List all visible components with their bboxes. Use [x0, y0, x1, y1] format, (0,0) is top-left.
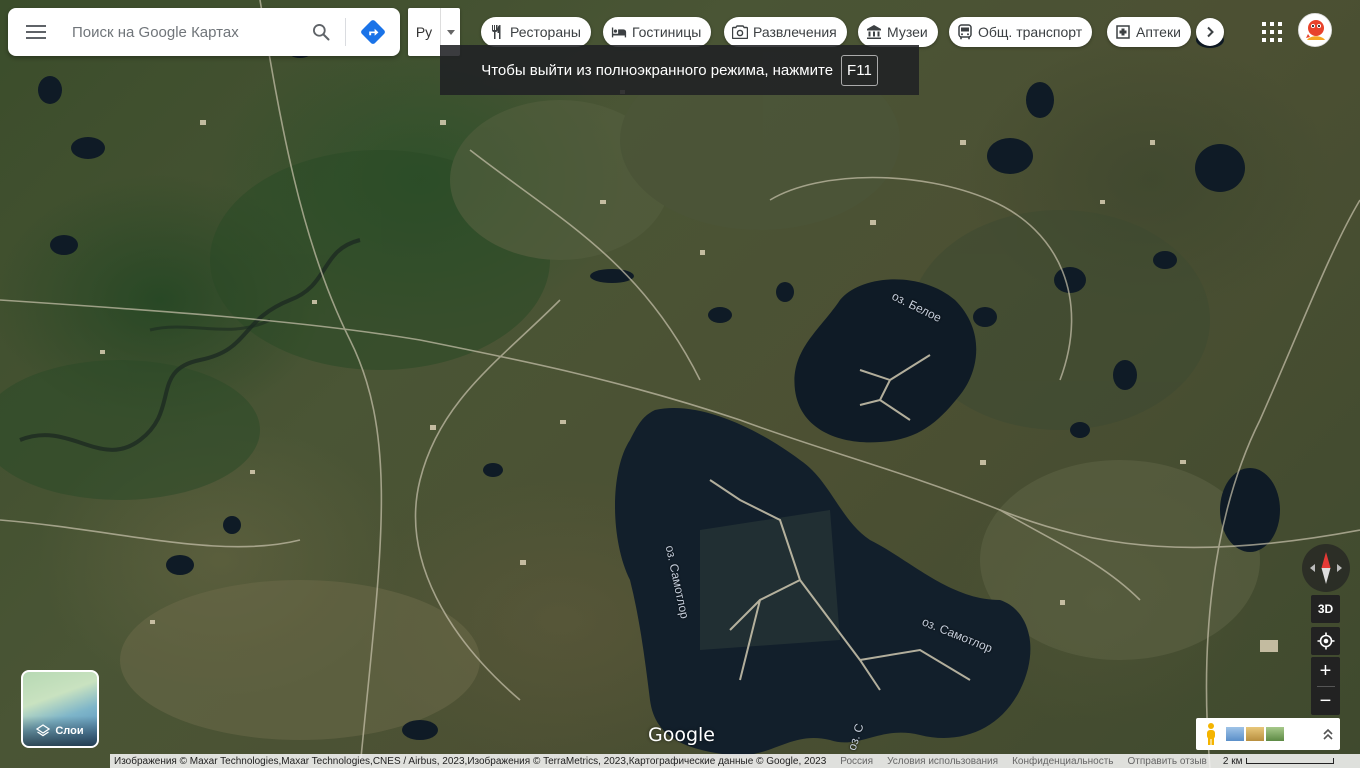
bed-icon — [611, 24, 627, 40]
chip-hotels[interactable]: Гостиницы — [603, 17, 712, 47]
imagery-thumbnails[interactable] — [1226, 727, 1284, 741]
layers-label-row: Слои — [23, 716, 97, 746]
my-location-icon — [1317, 632, 1334, 650]
tilt-3d-button[interactable]: 3D — [1311, 595, 1340, 623]
feedback-link[interactable]: Отправить отзыв — [1128, 756, 1207, 767]
map-imagery — [0, 0, 1360, 768]
hamburger-menu-icon — [26, 25, 46, 39]
google-logo: Google — [648, 724, 716, 746]
street-view-bar — [1196, 718, 1340, 750]
thumbnail-field — [1266, 727, 1284, 741]
fork-knife-icon — [489, 24, 505, 40]
search-input[interactable] — [64, 8, 297, 56]
chips-scroll-right-button[interactable] — [1196, 18, 1224, 46]
museum-icon — [866, 24, 882, 40]
chip-restaurants[interactable]: Рестораны — [481, 17, 591, 47]
scale-control[interactable]: 2 км — [1223, 756, 1335, 767]
camera-icon — [732, 24, 748, 40]
layers-button[interactable]: Слои — [21, 670, 99, 748]
chip-label: Аптеки — [1136, 24, 1181, 40]
compass-button[interactable] — [1302, 544, 1350, 592]
terms-link[interactable]: Условия использования — [887, 756, 998, 767]
satellite-map[interactable]: оз. Белое оз. Самотлор оз. Самотлор оз. … — [0, 0, 1360, 768]
chip-entertainment[interactable]: Развлечения — [724, 17, 847, 47]
layers-label: Слои — [55, 725, 84, 737]
chevron-right-icon — [1207, 26, 1214, 38]
chip-museums[interactable]: Музеи — [858, 17, 938, 47]
search-button[interactable] — [297, 8, 345, 56]
my-location-button[interactable] — [1311, 627, 1340, 655]
layers-icon — [36, 724, 51, 737]
chip-label: Музеи — [887, 24, 928, 40]
scale-bar — [1246, 758, 1335, 764]
pegman-icon[interactable] — [1202, 722, 1220, 746]
scale-label: 2 км — [1222, 755, 1243, 767]
search-box — [8, 8, 400, 56]
chip-transit[interactable]: Общ. транспорт — [949, 17, 1093, 47]
directions-icon — [361, 20, 385, 44]
zoom-out-button[interactable]: − — [1311, 687, 1340, 716]
keyboard-layout-label: Ру — [415, 24, 433, 40]
privacy-link[interactable]: Конфиденциальность — [1012, 756, 1113, 767]
map-footer: Изображения © Maxar Technologies,Maxar T… — [110, 754, 1360, 768]
chip-label: Развлечения — [753, 24, 837, 40]
menu-button[interactable] — [8, 8, 64, 56]
chip-label: Общ. транспорт — [978, 24, 1083, 40]
search-icon — [313, 24, 330, 41]
google-apps-button[interactable] — [1256, 16, 1284, 44]
bus-icon — [957, 24, 973, 40]
double-chevron-up-icon[interactable] — [1322, 727, 1334, 741]
compass-icon — [1310, 552, 1342, 584]
tilt-3d-label: 3D — [1317, 602, 1334, 616]
country-link[interactable]: Россия — [840, 756, 873, 767]
thumbnail-sky — [1226, 727, 1244, 741]
chip-label: Гостиницы — [632, 24, 702, 40]
chip-pharmacies[interactable]: Аптеки — [1107, 17, 1191, 47]
imagery-attribution: Изображения © Maxar Technologies,Maxar T… — [114, 755, 827, 767]
zoom-in-button[interactable]: + — [1311, 657, 1340, 686]
fullscreen-hint-text: Чтобы выйти из полноэкранного режима, на… — [481, 61, 834, 79]
fullscreen-hint-key: F11 — [841, 54, 878, 86]
directions-button[interactable] — [346, 8, 400, 56]
fullscreen-exit-hint: Чтобы выйти из полноэкранного режима, на… — [440, 45, 919, 95]
zoom-controls: + − — [1311, 657, 1340, 715]
thumbnail-desert — [1246, 727, 1264, 741]
account-avatar[interactable] — [1298, 13, 1332, 47]
chip-label: Рестораны — [510, 24, 581, 40]
pharmacy-icon — [1115, 24, 1131, 40]
